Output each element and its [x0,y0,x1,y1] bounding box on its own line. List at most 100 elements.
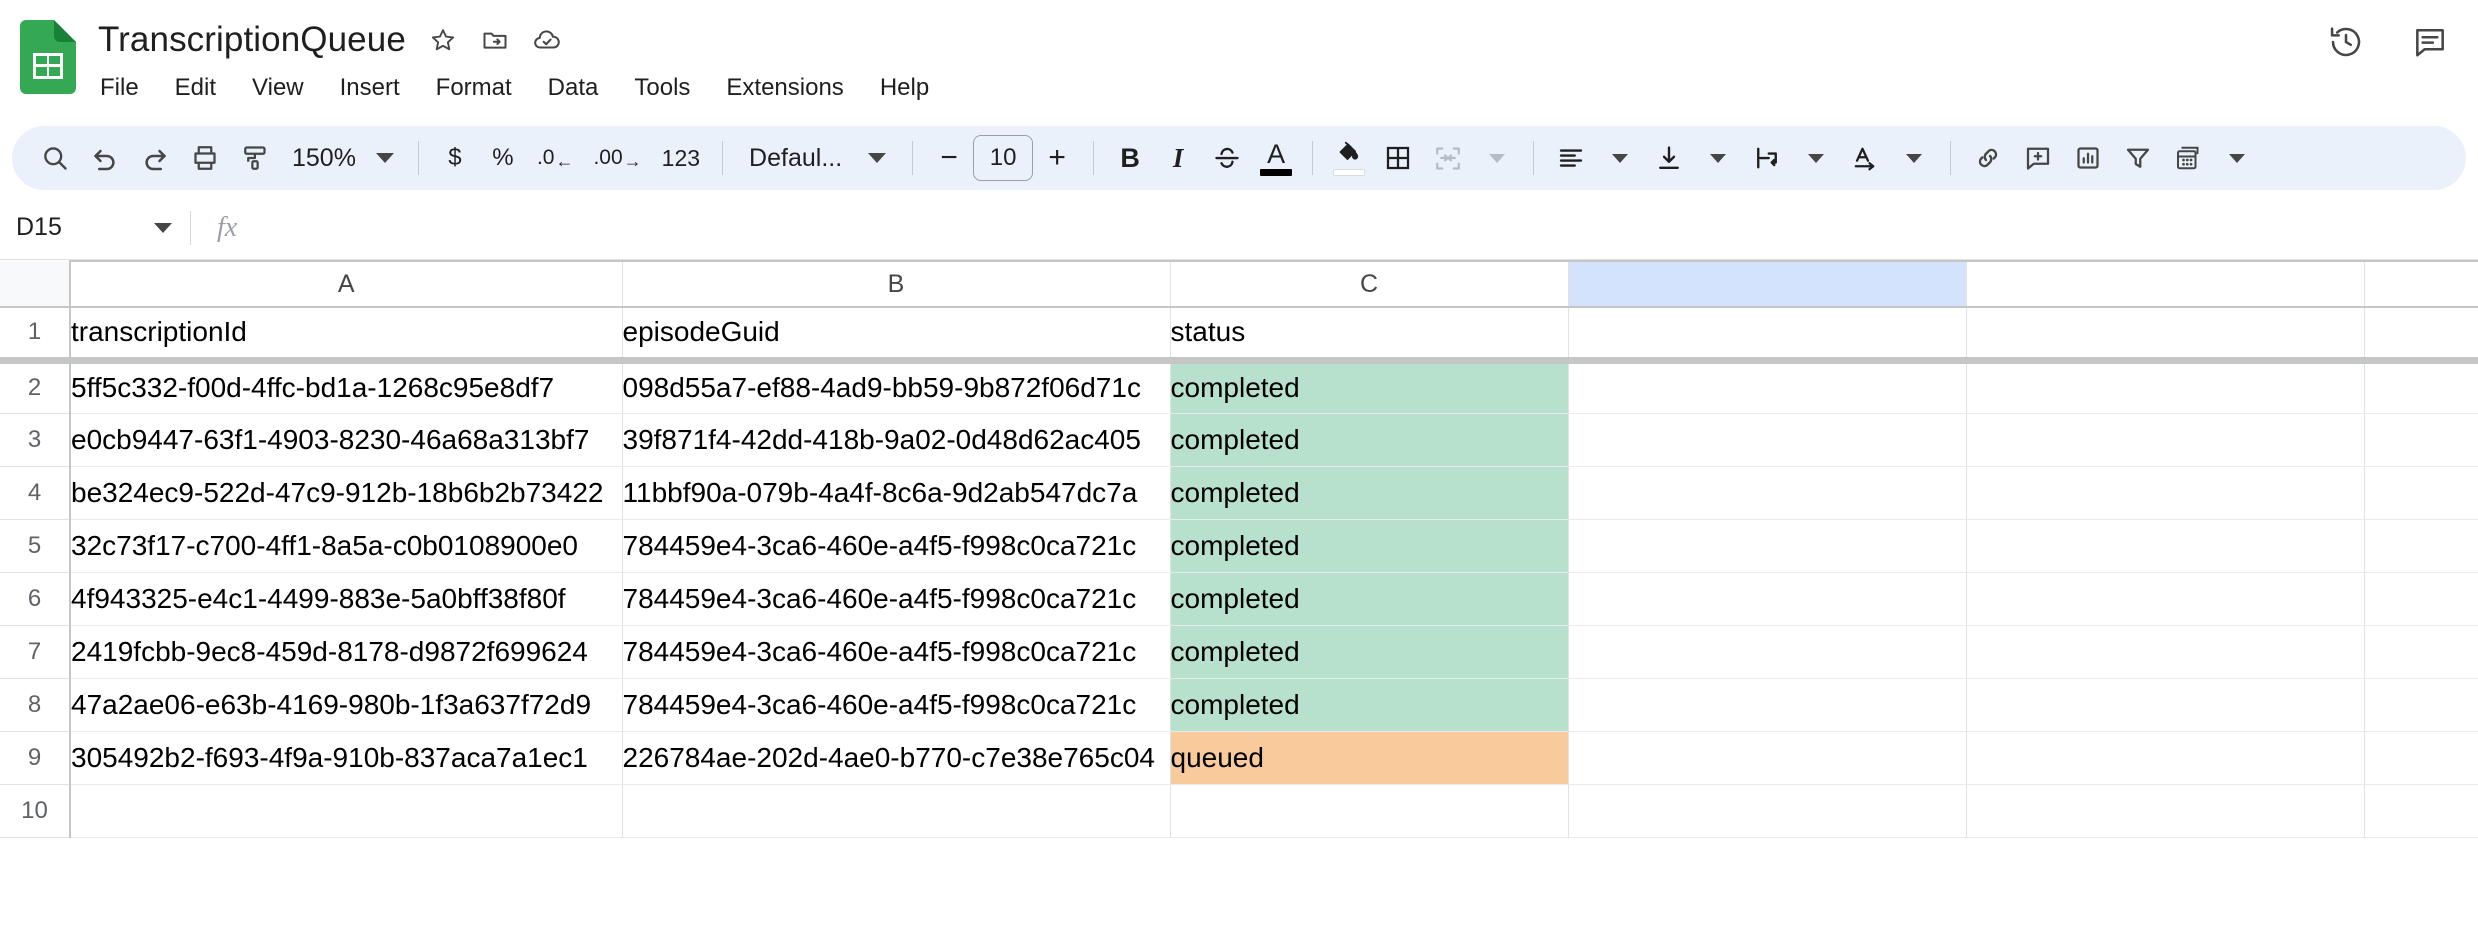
cell-e2[interactable] [1966,360,2364,413]
move-to-folder-icon[interactable] [480,25,510,55]
vertical-align-chevron-down-icon[interactable] [1694,134,1742,182]
cell-a6[interactable]: 4f943325-e4c1-4499-883e-5a0bff38f80f [70,572,622,625]
row-header-7[interactable]: 7 [0,625,70,678]
formula-input[interactable] [261,196,2478,259]
cell-a10[interactable] [70,784,622,837]
name-box[interactable]: D15 [0,196,190,259]
cell-d4[interactable] [1568,466,1966,519]
horizontal-align-chevron-down-icon[interactable] [1596,134,1644,182]
column-header-a[interactable]: A [70,261,622,307]
menu-item-data[interactable]: Data [546,72,601,104]
cell-e7[interactable] [1966,625,2364,678]
font-size-input[interactable] [973,135,1033,181]
text-color-button[interactable]: A [1252,134,1300,182]
cloud-saved-icon[interactable] [532,25,562,55]
increase-decimal-button[interactable]: .00 → [583,134,651,182]
cell-c7[interactable]: completed [1170,625,1568,678]
cell-c6[interactable]: completed [1170,572,1568,625]
cell-f2[interactable] [2364,360,2478,413]
column-header-c[interactable]: C [1170,261,1568,307]
cell-e10[interactable] [1966,784,2364,837]
cell-c3[interactable]: completed [1170,413,1568,466]
font-family-selector[interactable]: Defaul... [735,134,900,182]
row-header-10[interactable]: 10 [0,784,70,837]
print-icon[interactable] [180,134,230,182]
cell-e4[interactable] [1966,466,2364,519]
cell-d2[interactable] [1568,360,1966,413]
menu-item-format[interactable]: Format [434,72,514,104]
cell-c4[interactable]: completed [1170,466,1568,519]
cell-d7[interactable] [1568,625,1966,678]
italic-button[interactable]: I [1154,134,1202,182]
functions-chevron-down-icon[interactable] [2213,134,2261,182]
cell-f6[interactable] [2364,572,2478,625]
cell-b2[interactable]: 098d55a7-ef88-4ad9-bb59-9b872f06d71c [622,360,1170,413]
row-header-1[interactable]: 1 [0,307,70,360]
create-filter-icon[interactable] [2113,134,2163,182]
row-header-4[interactable]: 4 [0,466,70,519]
cell-c8[interactable]: completed [1170,678,1568,731]
decrease-font-size-button[interactable]: − [925,134,973,182]
text-rotation-icon[interactable] [1840,134,1890,182]
menu-item-extensions[interactable]: Extensions [724,72,845,104]
cell-a9[interactable]: 305492b2-f693-4f9a-910b-837aca7a1ec1 [70,731,622,784]
menu-item-help[interactable]: Help [878,72,931,104]
menu-item-tools[interactable]: Tools [632,72,692,104]
row-header-8[interactable]: 8 [0,678,70,731]
increase-font-size-button[interactable]: + [1033,134,1081,182]
star-icon[interactable] [428,25,458,55]
text-wrapping-icon[interactable] [1742,134,1792,182]
text-wrapping-chevron-down-icon[interactable] [1792,134,1840,182]
cell-a2[interactable]: 5ff5c332-f00d-4ffc-bd1a-1268c95e8df7 [70,360,622,413]
insert-link-icon[interactable] [1963,134,2013,182]
bold-button[interactable]: B [1106,134,1154,182]
borders-icon[interactable] [1373,134,1423,182]
cell-e5[interactable] [1966,519,2364,572]
percent-format-button[interactable]: % [479,134,527,182]
fill-color-icon[interactable] [1325,134,1373,182]
column-header-b[interactable]: B [622,261,1170,307]
cell-f9[interactable] [2364,731,2478,784]
cell-b7[interactable]: 784459e4-3ca6-460e-a4f5-f998c0ca721c [622,625,1170,678]
redo-icon[interactable] [130,134,180,182]
menu-item-file[interactable]: File [98,72,141,104]
cell-b9[interactable]: 226784ae-202d-4ae0-b770-c7e38e765c04 [622,731,1170,784]
sheets-logo-icon[interactable] [20,20,76,94]
cell-f4[interactable] [2364,466,2478,519]
zoom-control[interactable]: 150% [280,134,406,182]
vertical-align-icon[interactable] [1644,134,1694,182]
cell-d8[interactable] [1568,678,1966,731]
row-header-6[interactable]: 6 [0,572,70,625]
menu-item-insert[interactable]: Insert [338,72,402,104]
cell-b8[interactable]: 784459e4-3ca6-460e-a4f5-f998c0ca721c [622,678,1170,731]
cell-c10[interactable] [1170,784,1568,837]
row-header-3[interactable]: 3 [0,413,70,466]
cell-f10[interactable] [2364,784,2478,837]
cell-a1[interactable]: transcriptionId [70,307,622,360]
document-title[interactable]: TranscriptionQueue [98,20,406,60]
cell-b5[interactable]: 784459e4-3ca6-460e-a4f5-f998c0ca721c [622,519,1170,572]
comment-history-icon[interactable] [2410,22,2450,62]
row-header-9[interactable]: 9 [0,731,70,784]
decrease-decimal-button[interactable]: .0 ← [527,134,584,182]
cell-e3[interactable] [1966,413,2364,466]
cell-f3[interactable] [2364,413,2478,466]
row-header-2[interactable]: 2 [0,360,70,413]
cell-a4[interactable]: be324ec9-522d-47c9-912b-18b6b2b73422 [70,466,622,519]
cell-f5[interactable] [2364,519,2478,572]
text-rotation-chevron-down-icon[interactable] [1890,134,1938,182]
cell-d1[interactable] [1568,307,1966,360]
functions-icon[interactable] [2163,134,2213,182]
cell-d5[interactable] [1568,519,1966,572]
cell-c5[interactable]: completed [1170,519,1568,572]
insert-comment-icon[interactable] [2013,134,2063,182]
cell-f8[interactable] [2364,678,2478,731]
cell-e8[interactable] [1966,678,2364,731]
cell-a7[interactable]: 2419fcbb-9ec8-459d-8178-d9872f699624 [70,625,622,678]
undo-icon[interactable] [80,134,130,182]
cell-c1[interactable]: status [1170,307,1568,360]
cell-a5[interactable]: 32c73f17-c700-4ff1-8a5a-c0b0108900e0 [70,519,622,572]
horizontal-align-icon[interactable] [1546,134,1596,182]
search-icon[interactable] [30,134,80,182]
cell-c9[interactable]: queued [1170,731,1568,784]
